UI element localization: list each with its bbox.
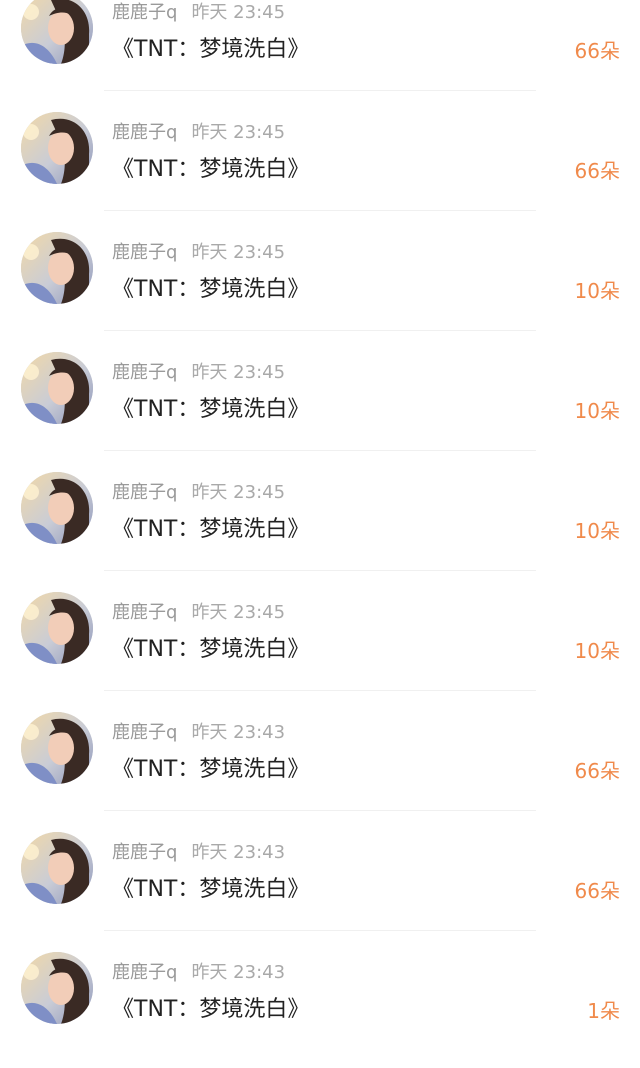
sender-name[interactable]: 鹿鹿子q [112,602,177,623]
gift-amount: 66朵 [574,159,620,183]
avatar-photo-icon [21,952,93,1024]
divider [104,570,536,571]
avatar-photo-icon [21,352,93,424]
sender-line: 鹿鹿子q 昨天 23:45 [112,121,285,145]
send-time: 昨天 23:43 [191,722,286,743]
send-time: 昨天 23:45 [191,2,286,23]
sender-name[interactable]: 鹿鹿子q [112,122,177,143]
sender-line: 鹿鹿子q 昨天 23:45 [112,601,285,625]
avatar[interactable] [21,712,93,784]
gift-record-list: 鹿鹿子q 昨天 23:45 《TNT：梦境洗白》 66朵 鹿鹿子q 昨天 23:… [0,0,640,1068]
gift-message: 《TNT：梦境洗白》 [112,517,310,542]
list-item[interactable]: 鹿鹿子q 昨天 23:45 《TNT：梦境洗白》 66朵 [0,108,640,228]
send-time: 昨天 23:43 [191,962,286,983]
avatar[interactable] [21,472,93,544]
avatar[interactable] [21,0,93,64]
avatar-photo-icon [21,592,93,664]
sender-name[interactable]: 鹿鹿子q [112,722,177,743]
gift-amount: 10朵 [574,399,620,423]
sender-name[interactable]: 鹿鹿子q [112,362,177,383]
avatar-photo-icon [21,112,93,184]
sender-name[interactable]: 鹿鹿子q [112,962,177,983]
avatar[interactable] [21,112,93,184]
sender-name[interactable]: 鹿鹿子q [112,242,177,263]
sender-line: 鹿鹿子q 昨天 23:45 [112,241,285,265]
sender-line: 鹿鹿子q 昨天 23:43 [112,961,285,985]
gift-message: 《TNT：梦境洗白》 [112,277,310,302]
sender-line: 鹿鹿子q 昨天 23:43 [112,841,285,865]
gift-amount: 10朵 [574,639,620,663]
gift-amount: 66朵 [574,759,620,783]
list-item[interactable]: 鹿鹿子q 昨天 23:43 《TNT：梦境洗白》 66朵 [0,828,640,948]
gift-amount: 10朵 [574,279,620,303]
gift-message: 《TNT：梦境洗白》 [112,757,310,782]
sender-name[interactable]: 鹿鹿子q [112,482,177,503]
avatar-photo-icon [21,832,93,904]
sender-name[interactable]: 鹿鹿子q [112,842,177,863]
send-time: 昨天 23:45 [191,242,286,263]
list-item[interactable]: 鹿鹿子q 昨天 23:45 《TNT：梦境洗白》 66朵 [0,0,640,108]
gift-amount: 10朵 [574,519,620,543]
list-item[interactable]: 鹿鹿子q 昨天 23:45 《TNT：梦境洗白》 10朵 [0,588,640,708]
list-item[interactable]: 鹿鹿子q 昨天 23:45 《TNT：梦境洗白》 10朵 [0,228,640,348]
gift-message: 《TNT：梦境洗白》 [112,157,310,182]
send-time: 昨天 23:45 [191,362,286,383]
divider [104,810,536,811]
avatar-photo-icon [21,712,93,784]
gift-message: 《TNT：梦境洗白》 [112,997,310,1022]
avatar-photo-icon [21,232,93,304]
send-time: 昨天 23:45 [191,482,286,503]
divider [104,330,536,331]
avatar[interactable] [21,832,93,904]
send-time: 昨天 23:43 [191,842,286,863]
sender-line: 鹿鹿子q 昨天 23:45 [112,1,285,25]
avatar[interactable] [21,592,93,664]
gift-message: 《TNT：梦境洗白》 [112,397,310,422]
divider [104,90,536,91]
sender-name[interactable]: 鹿鹿子q [112,2,177,23]
avatar[interactable] [21,232,93,304]
divider [104,690,536,691]
list-item[interactable]: 鹿鹿子q 昨天 23:43 《TNT：梦境洗白》 1朵 [0,948,640,1068]
divider [104,930,536,931]
divider [104,210,536,211]
gift-message: 《TNT：梦境洗白》 [112,637,310,662]
gift-amount: 1朵 [587,999,620,1023]
send-time: 昨天 23:45 [191,602,286,623]
avatar-photo-icon [21,0,93,64]
list-item[interactable]: 鹿鹿子q 昨天 23:45 《TNT：梦境洗白》 10朵 [0,468,640,588]
gift-message: 《TNT：梦境洗白》 [112,877,310,902]
sender-line: 鹿鹿子q 昨天 23:45 [112,361,285,385]
avatar-photo-icon [21,472,93,544]
list-item[interactable]: 鹿鹿子q 昨天 23:45 《TNT：梦境洗白》 10朵 [0,348,640,468]
avatar[interactable] [21,952,93,1024]
gift-amount: 66朵 [574,879,620,903]
gift-amount: 66朵 [574,39,620,63]
divider [104,450,536,451]
gift-message: 《TNT：梦境洗白》 [112,37,310,62]
avatar[interactable] [21,352,93,424]
list-item[interactable]: 鹿鹿子q 昨天 23:43 《TNT：梦境洗白》 66朵 [0,708,640,828]
sender-line: 鹿鹿子q 昨天 23:43 [112,721,285,745]
sender-line: 鹿鹿子q 昨天 23:45 [112,481,285,505]
send-time: 昨天 23:45 [191,122,286,143]
